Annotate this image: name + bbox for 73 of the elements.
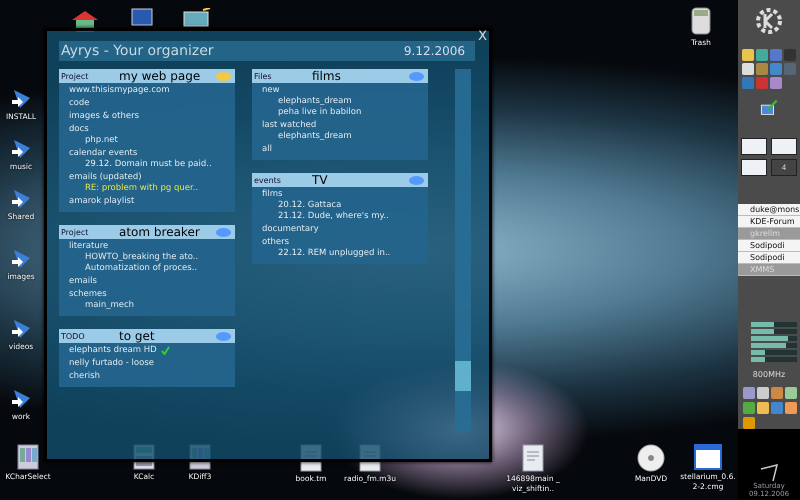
list-item[interactable]: elephants_dream	[252, 96, 428, 107]
taskbar-button[interactable]: KDE-Forum	[738, 216, 800, 228]
card-title: TV	[312, 173, 329, 187]
scrollbar-thumb[interactable]	[455, 361, 471, 391]
card-title: my web page	[119, 69, 202, 83]
card-title: atom breaker	[119, 225, 201, 239]
list-item[interactable]: emails	[59, 276, 235, 287]
list-item[interactable]: docs	[59, 124, 235, 135]
folder-link-icon	[10, 88, 32, 110]
list-item[interactable]: schemes	[59, 289, 235, 300]
list-item[interactable]: elephants_dream	[252, 131, 428, 142]
list-item[interactable]: nelly furtado - loose	[59, 358, 235, 369]
card-type: events	[254, 176, 282, 184]
document-icon	[521, 444, 545, 472]
window-title: Ayrys - Your organizer	[61, 43, 214, 59]
disc-icon	[637, 444, 665, 472]
list-item[interactable]: 21.12. Dude, where's my..	[252, 211, 428, 222]
monitor-icon	[131, 8, 153, 28]
taskbar-button[interactable]: Sodipodi	[738, 252, 800, 264]
list-item[interactable]: all	[252, 144, 428, 155]
list-item[interactable]: elephants dream HD	[59, 345, 235, 356]
taskbar-button[interactable]: Sodipodi	[738, 240, 800, 252]
folder-link-icon	[10, 388, 32, 410]
list-item[interactable]: php.net	[59, 135, 235, 146]
list-item[interactable]: www.thisismypage.com	[59, 85, 235, 96]
list-item[interactable]: RE: problem with pg quer..	[59, 183, 235, 194]
list-item[interactable]: emails (updated)	[59, 172, 235, 183]
list-item[interactable]: films	[252, 189, 428, 200]
list-item[interactable]: 20.12. Gattaca	[252, 200, 428, 211]
picture-icon	[183, 8, 211, 28]
folder-link-icon	[10, 318, 32, 340]
card-title: to get	[119, 329, 156, 343]
list-item[interactable]: amarok playlist	[59, 196, 235, 207]
list-item[interactable]: images & others	[59, 111, 235, 122]
scrollbar-track[interactable]	[455, 69, 471, 431]
desktop-pager-cell[interactable]	[771, 138, 797, 155]
gear-logo-icon	[754, 6, 784, 36]
launcher-icon-grid[interactable]	[742, 49, 796, 89]
list-item[interactable]: documentary	[252, 224, 428, 235]
application-icon	[16, 444, 40, 470]
card-type: TODO	[61, 332, 86, 340]
card-type: Project	[61, 228, 90, 236]
clock-hands-icon	[760, 464, 778, 482]
card-type: Project	[61, 72, 90, 80]
window-icon	[694, 444, 722, 470]
list-item[interactable]: code	[59, 98, 235, 109]
list-item[interactable]: 22.12. REM unplugged in..	[252, 248, 428, 259]
date-text: 9.12.2006	[404, 44, 465, 58]
folder-link-icon	[10, 248, 32, 270]
list-item[interactable]: cherish	[59, 371, 235, 382]
checkmark-icon	[160, 346, 170, 355]
list-item[interactable]: peha live in babilon	[252, 107, 428, 118]
list-item[interactable]: HOWTO_breaking the ato..	[59, 252, 235, 263]
list-item[interactable]: last watched	[252, 120, 428, 131]
desktop-pager-cell[interactable]	[741, 138, 767, 155]
trash-can-icon	[690, 6, 712, 36]
card-title: films	[312, 69, 342, 83]
system-tray-icons[interactable]	[742, 386, 796, 429]
taskbar-button[interactable]: duke@mons	[738, 204, 800, 216]
list-item[interactable]: 29.12. Domain must be paid..	[59, 159, 235, 170]
list-item[interactable]: new	[252, 85, 428, 96]
folder-link-icon	[10, 138, 32, 160]
list-item[interactable]: calendar events	[59, 148, 235, 159]
list-item[interactable]: main_mech	[59, 300, 235, 311]
close-button[interactable]: X	[478, 29, 487, 44]
list-item[interactable]: others	[252, 237, 428, 248]
cpu-frequency: 800MHz	[752, 370, 786, 379]
desktop-pager-cell[interactable]: 4	[771, 158, 797, 176]
folder-link-icon	[10, 188, 32, 210]
list-item[interactable]: literature	[59, 241, 235, 252]
desktop-pager-cell[interactable]	[741, 158, 767, 176]
list-item[interactable]: Automatization of proces..	[59, 263, 235, 274]
card-type: Files	[254, 72, 273, 80]
